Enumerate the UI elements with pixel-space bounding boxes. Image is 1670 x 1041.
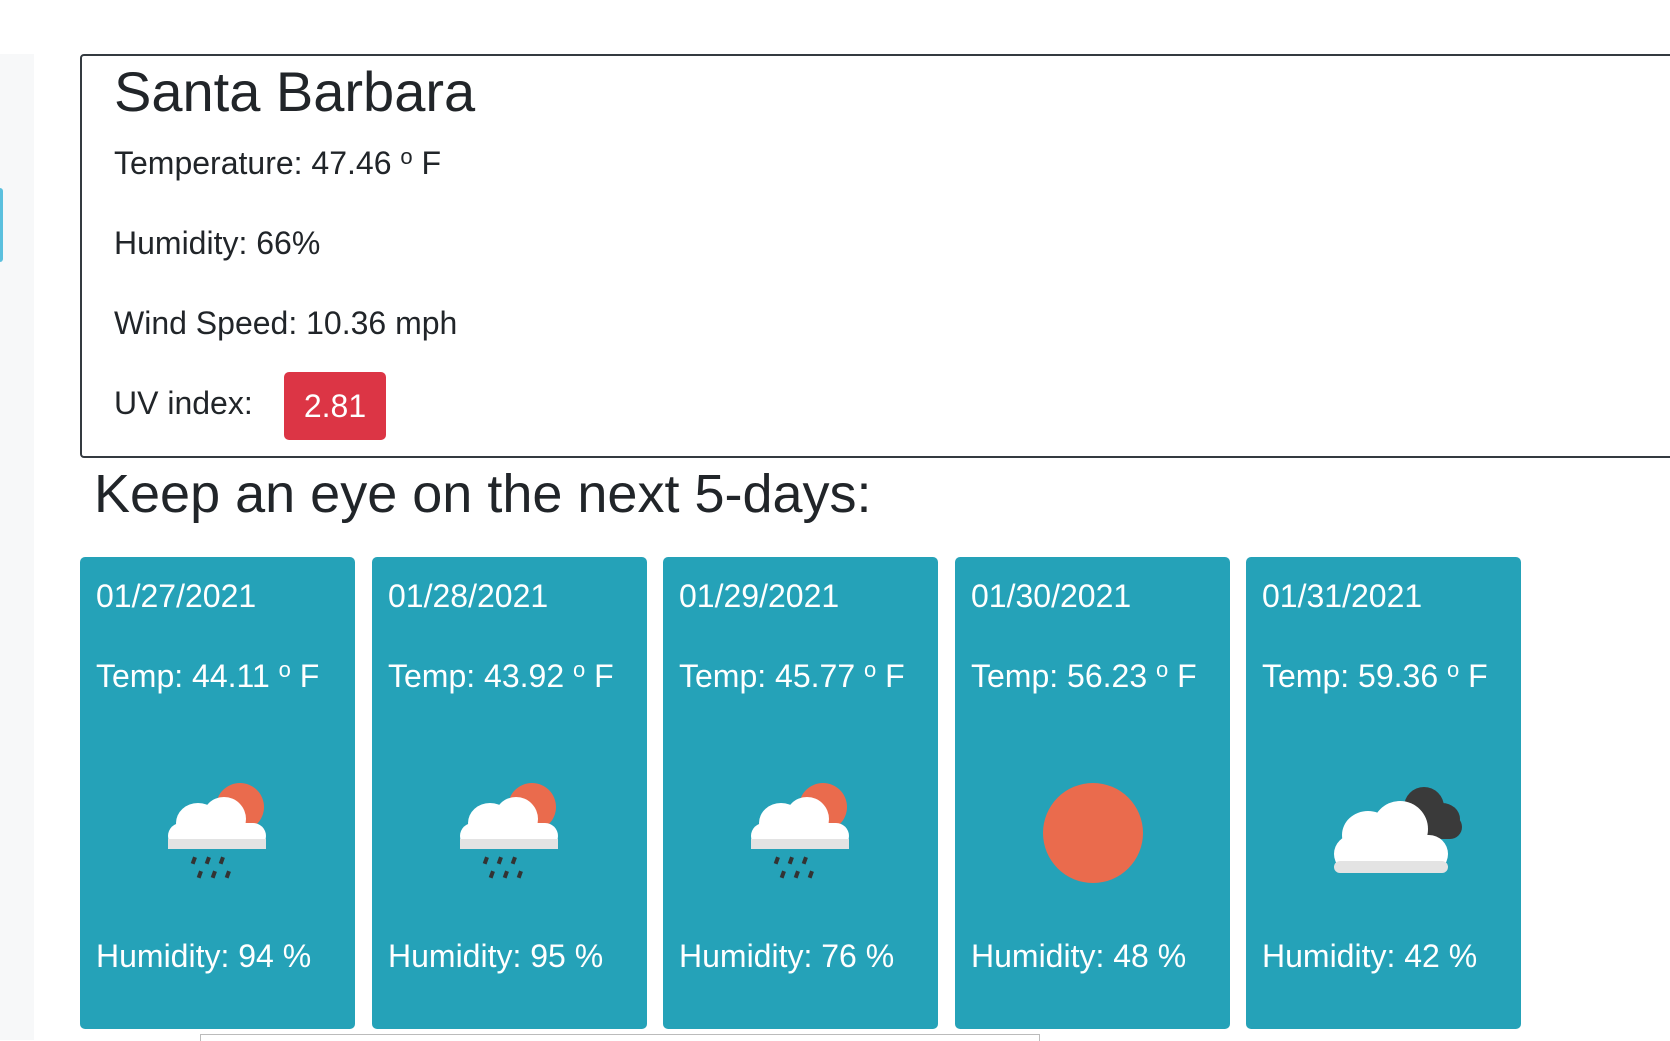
forecast-humidity: Humidity: 48 % — [971, 938, 1187, 974]
forecast-card: 01/30/2021 Temp: 56.23 o F Humidity: 48 % — [955, 557, 1230, 1029]
forecast-temp-label: Temp: — [971, 658, 1059, 694]
forecast-temp-unit: F — [594, 658, 614, 694]
rain-cloud-sun-icon — [158, 777, 278, 887]
sun-icon — [1033, 777, 1153, 887]
forecast-temp: Temp: 43.92 o F — [388, 657, 614, 695]
forecast-temp-unit: F — [1177, 658, 1197, 694]
current-wind-speed: Wind Speed: 10.36 mph — [114, 305, 458, 341]
degree-symbol: o — [573, 657, 586, 682]
temperature-label: Temperature: — [114, 145, 303, 181]
forecast-temp: Temp: 45.77 o F — [679, 657, 905, 695]
forecast-date: 01/31/2021 — [1262, 578, 1423, 614]
forecast-temp-value: 43.92 — [484, 658, 565, 694]
forecast-card: 01/31/2021 Temp: 59.36 o F Humidity: 42 % — [1246, 557, 1521, 1029]
current-weather-card: Santa Barbara Temperature: 47.46 o F Hum… — [80, 54, 1670, 458]
sidebar-panel — [0, 54, 34, 1040]
forecast-date: 01/30/2021 — [971, 578, 1132, 614]
forecast-humidity: Humidity: 94 % — [96, 938, 312, 974]
forecast-card: 01/28/2021 Temp: 43.92 o F Humidity: 95 % — [372, 557, 647, 1029]
forecast-heading: Keep an eye on the next 5-days: — [94, 464, 872, 524]
forecast-humidity: Humidity: 95 % — [388, 938, 604, 974]
rain-cloud-sun-icon — [450, 777, 570, 887]
forecast-temp-label: Temp: — [96, 658, 184, 694]
forecast-temp-value: 56.23 — [1067, 658, 1148, 694]
current-temperature: Temperature: 47.46 o F — [114, 144, 441, 182]
degree-symbol: o — [864, 657, 877, 682]
current-uv-index: UV index: 2.81 — [114, 372, 386, 440]
forecast-humidity: Humidity: 76 % — [679, 938, 895, 974]
forecast-temp-value: 45.77 — [775, 658, 856, 694]
forecast-date: 01/28/2021 — [388, 578, 549, 614]
forecast-card: 01/27/2021 Temp: 44.11 o F Humidity: 94 % — [80, 557, 355, 1029]
degree-symbol: o — [400, 144, 413, 169]
uv-label: UV index: — [114, 385, 253, 421]
forecast-temp: Temp: 56.23 o F — [971, 657, 1197, 695]
forecast-temp-unit: F — [1468, 658, 1488, 694]
uv-index-badge: 2.81 — [284, 372, 386, 440]
forecast-date: 01/29/2021 — [679, 578, 840, 614]
forecast-temp: Temp: 59.36 o F — [1262, 657, 1488, 695]
temperature-value: 47.46 — [311, 145, 392, 181]
forecast-card: 01/29/2021 Temp: 45.77 o F Humidity: 76 % — [663, 557, 938, 1029]
forecast-temp-value: 44.11 — [192, 658, 270, 694]
current-humidity: Humidity: 66% — [114, 225, 321, 261]
degree-symbol: o — [1156, 657, 1169, 682]
forecast-temp-unit: F — [885, 658, 905, 694]
sidebar-active-indicator — [0, 188, 3, 262]
rain-cloud-sun-icon — [741, 777, 861, 887]
forecast-temp-unit: F — [299, 658, 320, 694]
forecast-temp-value: 59.36 — [1358, 658, 1439, 694]
forecast-temp: Temp: 44.11 o F — [96, 657, 319, 695]
forecast-temp-label: Temp: — [679, 658, 767, 694]
degree-symbol: o — [1447, 657, 1460, 682]
city-name: Santa Barbara — [114, 60, 476, 123]
degree-symbol: o — [278, 657, 291, 682]
forecast-humidity: Humidity: 42 % — [1262, 938, 1478, 974]
forecast-temp-label: Temp: — [388, 658, 476, 694]
broken-clouds-icon — [1324, 777, 1462, 887]
forecast-temp-label: Temp: — [1262, 658, 1350, 694]
temperature-unit: F — [421, 145, 442, 181]
forecast-date: 01/27/2021 — [96, 578, 257, 614]
